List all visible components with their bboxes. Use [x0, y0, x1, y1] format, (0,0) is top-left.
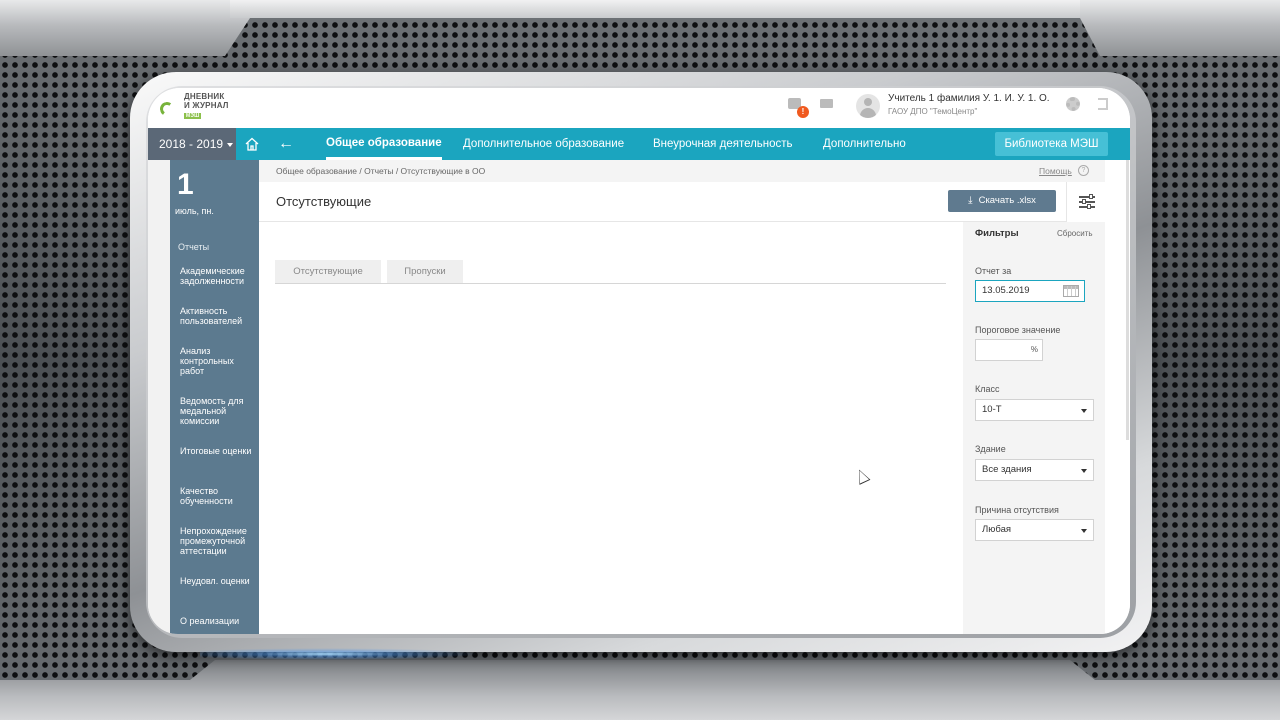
threshold-label: Пороговое значение [975, 325, 1061, 335]
diary-logo[interactable]: ДНЕВНИК И ЖУРНАЛ МЭШ [158, 92, 240, 122]
building-select[interactable]: Все здания [975, 459, 1094, 481]
gear-icon[interactable] [1066, 97, 1080, 111]
tab-absent[interactable]: Отсутствующие [275, 260, 381, 284]
tab-skips[interactable]: Пропуски [387, 260, 463, 284]
sidebar-item-intermediate-attestation[interactable]: Непрохождение промежуточной аттестации [180, 526, 256, 556]
filters-panel: Фильтры Сбросить Отчет за 13.05.2019 Пор… [963, 222, 1105, 634]
nav-additional[interactable]: Дополнительно [823, 128, 906, 160]
percent-unit: % [1030, 345, 1038, 354]
envelope-shape [820, 99, 833, 108]
avatar[interactable] [856, 94, 880, 118]
notification-badge: ! [797, 106, 809, 118]
back-arrow-icon[interactable]: ← [272, 128, 300, 160]
chevron-down-icon [227, 142, 234, 147]
date-number: 1 [177, 168, 194, 201]
filters-title: Фильтры [975, 228, 1019, 239]
sidebar-item-implementation[interactable]: О реализации [180, 616, 256, 626]
notifications-icon[interactable]: ! [788, 98, 809, 118]
reports-sidebar: 1 июль, пн. Отчеты Академические задолже… [170, 160, 259, 634]
help-icon[interactable]: ? [1078, 165, 1089, 176]
sidebar-item-medal-commission[interactable]: Ведомость для медальной комиссии [180, 396, 256, 426]
page-title: Отсутствующие [276, 194, 372, 209]
class-select[interactable]: 10-Т [975, 399, 1094, 421]
school-year-label: 2018 - 2019 [159, 137, 224, 151]
chevron-down-icon [1081, 529, 1087, 533]
class-label: Класс [975, 384, 1000, 394]
reset-filters-link[interactable]: Сбросить [1057, 229, 1093, 238]
sliders-icon-knob-1 [1089, 194, 1093, 199]
left-gutter [148, 160, 170, 634]
nav-extracurricular[interactable]: Внеурочная деятельность [653, 128, 793, 160]
sidebar-item-academic-debts[interactable]: Академические задолженности [180, 266, 256, 286]
blue-light-glow [200, 648, 480, 660]
breadcrumb[interactable]: Общее образование / Отчеты / Отсутствующ… [276, 166, 485, 176]
sliders-icon-knob-3 [1087, 204, 1091, 209]
sliders-icon-knob-2 [1082, 199, 1086, 204]
mail-icon[interactable] [820, 99, 834, 111]
school-year-select[interactable]: 2018 - 2019 [148, 128, 236, 160]
sidebar-item-test-analysis[interactable]: Анализ контрольных работ [180, 346, 256, 376]
absence-reason-value: Любая [982, 524, 1012, 535]
app-screen: ДНЕВНИК И ЖУРНАЛ МЭШ ! Учитель 1 фамилия… [148, 88, 1130, 634]
user-name[interactable]: Учитель 1 фамилия У. 1. И. У. 1. О. [888, 93, 1050, 104]
calendar-icon[interactable] [1063, 285, 1079, 297]
breadcrumb-bar: Общее образование / Отчеты / Отсутствующ… [259, 160, 1130, 182]
tabs-divider [275, 283, 946, 284]
report-date-field[interactable]: 13.05.2019 [975, 280, 1085, 302]
sidebar-item-final-grades[interactable]: Итоговые оценки [180, 446, 256, 456]
scrollbar-thumb[interactable] [1126, 160, 1129, 440]
building-value: Все здания [982, 464, 1032, 475]
library-button[interactable]: Библиотека МЭШ [995, 132, 1108, 156]
main-nav: 2018 - 2019 ← Общее образование Дополнит… [148, 128, 1130, 160]
chevron-down-icon [1081, 469, 1087, 473]
logo-line2: И ЖУРНАЛ [184, 101, 229, 110]
home-icon [245, 137, 259, 151]
user-organization: ГАОУ ДПО "ТемоЦентр" [888, 107, 978, 116]
sidebar-item-user-activity[interactable]: Активность пользователей [180, 306, 256, 326]
logout-icon[interactable] [1098, 98, 1108, 110]
logo-wave-icon [158, 100, 176, 118]
nav-additional-education[interactable]: Дополнительное образование [463, 128, 624, 160]
main-content: Отсутствующие Пропуски [259, 222, 963, 634]
app-header: ДНЕВНИК И ЖУРНАЛ МЭШ ! Учитель 1 фамилия… [148, 88, 1130, 128]
help-link[interactable]: Помощь [1039, 166, 1072, 176]
download-xlsx-button[interactable]: ⤓ Скачать .xlsx [948, 190, 1056, 212]
absence-reason-select[interactable]: Любая [975, 519, 1094, 541]
top-metal-plate-center [230, 0, 1080, 18]
report-date-label: Отчет за [975, 266, 1012, 276]
sidebar-item-learning-quality[interactable]: Качество обученности [180, 486, 256, 506]
building-label: Здание [975, 444, 1006, 454]
title-bar: Отсутствующие ⤓ Скачать .xlsx [259, 182, 1130, 222]
filter-settings-button[interactable] [1066, 182, 1106, 222]
report-date-value: 13.05.2019 [982, 285, 1030, 296]
absence-reason-label: Причина отсутствия [975, 505, 1059, 515]
logo-text: ДНЕВНИК И ЖУРНАЛ МЭШ [184, 92, 229, 119]
date-label: июль, пн. [175, 206, 214, 216]
download-icon: ⤓ [968, 195, 973, 206]
sidebar-item-unsatisfactory-grades[interactable]: Неудовл. оценки [180, 576, 256, 586]
threshold-field[interactable]: % [975, 339, 1043, 361]
sidebar-section-reports: Отчеты [178, 242, 210, 252]
home-button[interactable] [236, 128, 268, 160]
nav-general-education[interactable]: Общее образование [326, 128, 442, 160]
class-value: 10-Т [982, 404, 1002, 415]
logo-badge: МЭШ [184, 113, 202, 119]
logo-line1: ДНЕВНИК [184, 92, 225, 101]
chevron-down-icon [1081, 409, 1087, 413]
download-label: Скачать .xlsx [978, 195, 1036, 206]
